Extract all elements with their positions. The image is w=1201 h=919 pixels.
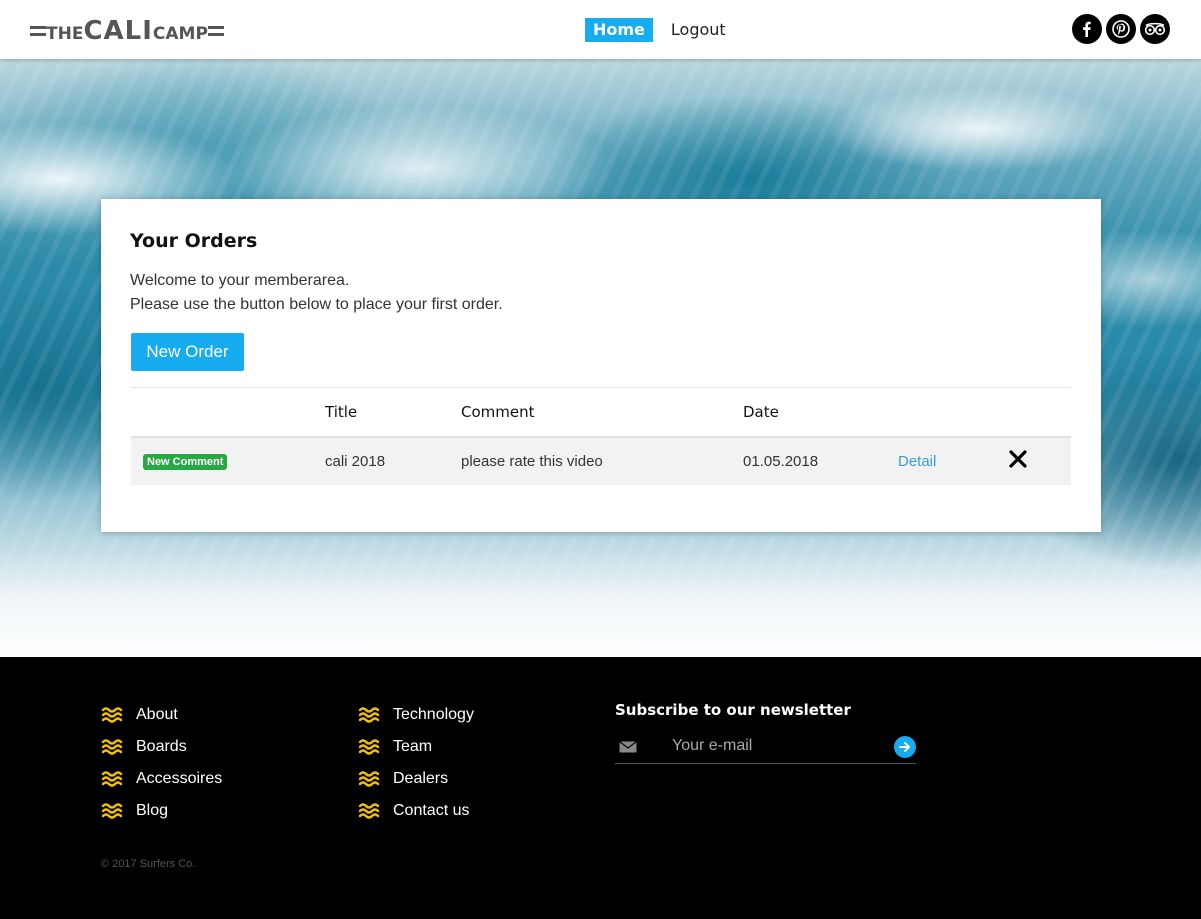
column-header-title: Title [325, 387, 461, 438]
footer-link-blog[interactable]: Blog [101, 795, 222, 827]
logo-cali: CALI [83, 16, 153, 46]
footer-link-accessoires[interactable]: Accessoires [101, 763, 222, 795]
pinterest-icon[interactable] [1106, 14, 1136, 44]
footer-link-label: Technology [393, 706, 474, 723]
nav-logout[interactable]: Logout [663, 18, 734, 42]
tripadvisor-icon[interactable] [1140, 14, 1170, 44]
wave-icon [101, 770, 123, 788]
newsletter-title: Subscribe to our newsletter [615, 701, 851, 719]
footer-link-dealers[interactable]: Dealers [358, 763, 474, 795]
logo[interactable]: THE CALI CAMP [30, 15, 224, 47]
logo-flag-left [30, 26, 46, 36]
footer-link-contact[interactable]: Contact us [358, 795, 474, 827]
cell-title: cali 2018 [325, 436, 461, 485]
arrow-right-icon [899, 742, 910, 752]
cell-date: 01.05.2018 [743, 436, 898, 485]
main-nav: Home Logout [585, 18, 734, 42]
detail-link[interactable]: Detail [898, 453, 936, 470]
logo-flag-right [207, 26, 224, 36]
site-header: THE CALI CAMP Home Logout [0, 0, 1201, 59]
newsletter-input-row [615, 728, 916, 764]
facebook-icon[interactable] [1072, 14, 1102, 44]
email-input[interactable] [672, 736, 872, 755]
footer-links-col-1: About Boards Accessoires Blog [101, 699, 222, 827]
table-header-row: Title Comment Date [131, 387, 1071, 438]
logo-text: THE CALI CAMP [46, 16, 208, 46]
cell-status: New Comment [131, 436, 325, 485]
social-links [1072, 14, 1170, 44]
welcome-line: Welcome to your memberarea. [130, 272, 350, 289]
cell-delete [1008, 436, 1071, 485]
logo-camp: CAMP [152, 24, 208, 44]
wave-icon [101, 706, 123, 724]
copyright-text: © 2017 Surfers Co. [101, 858, 196, 870]
footer-link-technology[interactable]: Technology [358, 699, 474, 731]
table-row: New Comment cali 2018 please rate this v… [131, 436, 1071, 485]
footer-link-label: About [136, 706, 178, 723]
footer-link-label: Contact us [393, 802, 470, 819]
cell-comment: please rate this video [461, 436, 743, 485]
footer-link-label: Dealers [393, 770, 449, 787]
new-comment-badge: New Comment [143, 454, 228, 470]
welcome-text: Welcome to your memberarea. Please use t… [130, 269, 503, 317]
wave-icon [358, 802, 380, 820]
wave-icon [101, 802, 123, 820]
wave-icon [358, 706, 380, 724]
delete-icon[interactable] [1008, 449, 1028, 469]
wave-icon [358, 770, 380, 788]
footer-link-boards[interactable]: Boards [101, 731, 222, 763]
orders-card: Your Orders Welcome to your memberarea. … [101, 199, 1101, 532]
nav-home[interactable]: Home [585, 18, 653, 42]
new-order-button[interactable]: New Order [131, 333, 244, 371]
logo-the: THE [46, 24, 84, 44]
newsletter-form: Subscribe to our newsletter [615, 701, 916, 764]
footer-link-label: Blog [136, 802, 169, 819]
column-header-detail [898, 387, 1008, 438]
footer-link-about[interactable]: About [101, 699, 222, 731]
wave-icon [101, 738, 123, 756]
site-footer: About Boards Accessoires Blog Technology… [0, 657, 1201, 919]
column-header-delete [1008, 387, 1071, 438]
footer-links-col-2: Technology Team Dealers Contact us [358, 699, 474, 827]
mail-icon [619, 740, 637, 752]
footer-link-label: Accessoires [136, 770, 223, 787]
page-title: Your Orders [130, 230, 258, 252]
footer-link-label: Team [393, 738, 433, 755]
instruction-line: Please use the button below to place you… [130, 296, 503, 313]
column-header-comment: Comment [461, 387, 743, 438]
column-header-status [131, 387, 325, 438]
column-header-date: Date [743, 387, 898, 438]
subscribe-submit-button[interactable] [894, 736, 916, 758]
orders-table: Title Comment Date New Comment cali 2018… [131, 387, 1071, 485]
wave-icon [358, 738, 380, 756]
cell-detail: Detail [898, 436, 1008, 485]
footer-link-team[interactable]: Team [358, 731, 474, 763]
footer-link-label: Boards [136, 738, 187, 755]
